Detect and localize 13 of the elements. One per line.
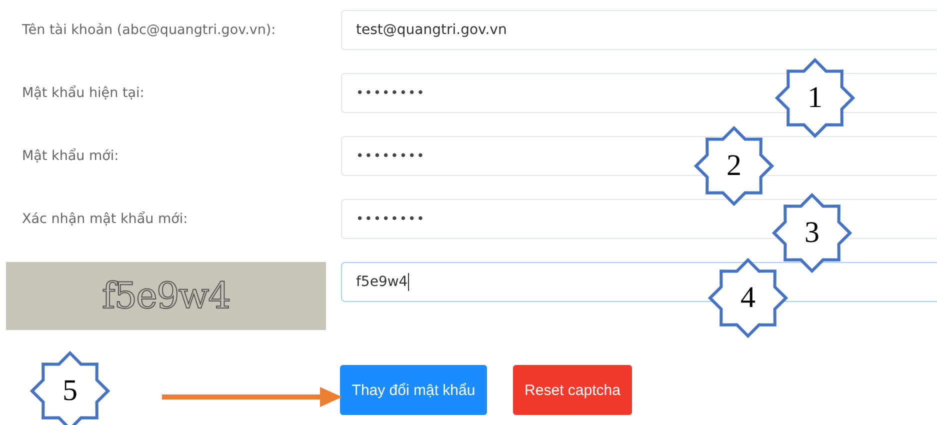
input-field[interactable]: test@quangtri.gov.vn (341, 10, 937, 50)
step-badge: 1 (775, 57, 855, 139)
field-label: Mật khẩu mới: (21, 148, 120, 164)
field-label: Mật khẩu hiện tại: (21, 85, 146, 101)
step-badge: 5 (30, 350, 110, 425)
step-badge: 3 (772, 192, 852, 274)
reset-button[interactable]: Reset captcha (513, 365, 632, 415)
field-label: Tên tài khoản (abc@quangtri.gov.vn): (21, 22, 277, 38)
field-label: Xác nhận mật khẩu mới: (21, 211, 189, 227)
arrow-icon (162, 385, 342, 409)
step-badge: 4 (708, 257, 788, 339)
step-badge: 2 (694, 125, 774, 207)
captcha-image: f5e9w4 (6, 262, 326, 330)
